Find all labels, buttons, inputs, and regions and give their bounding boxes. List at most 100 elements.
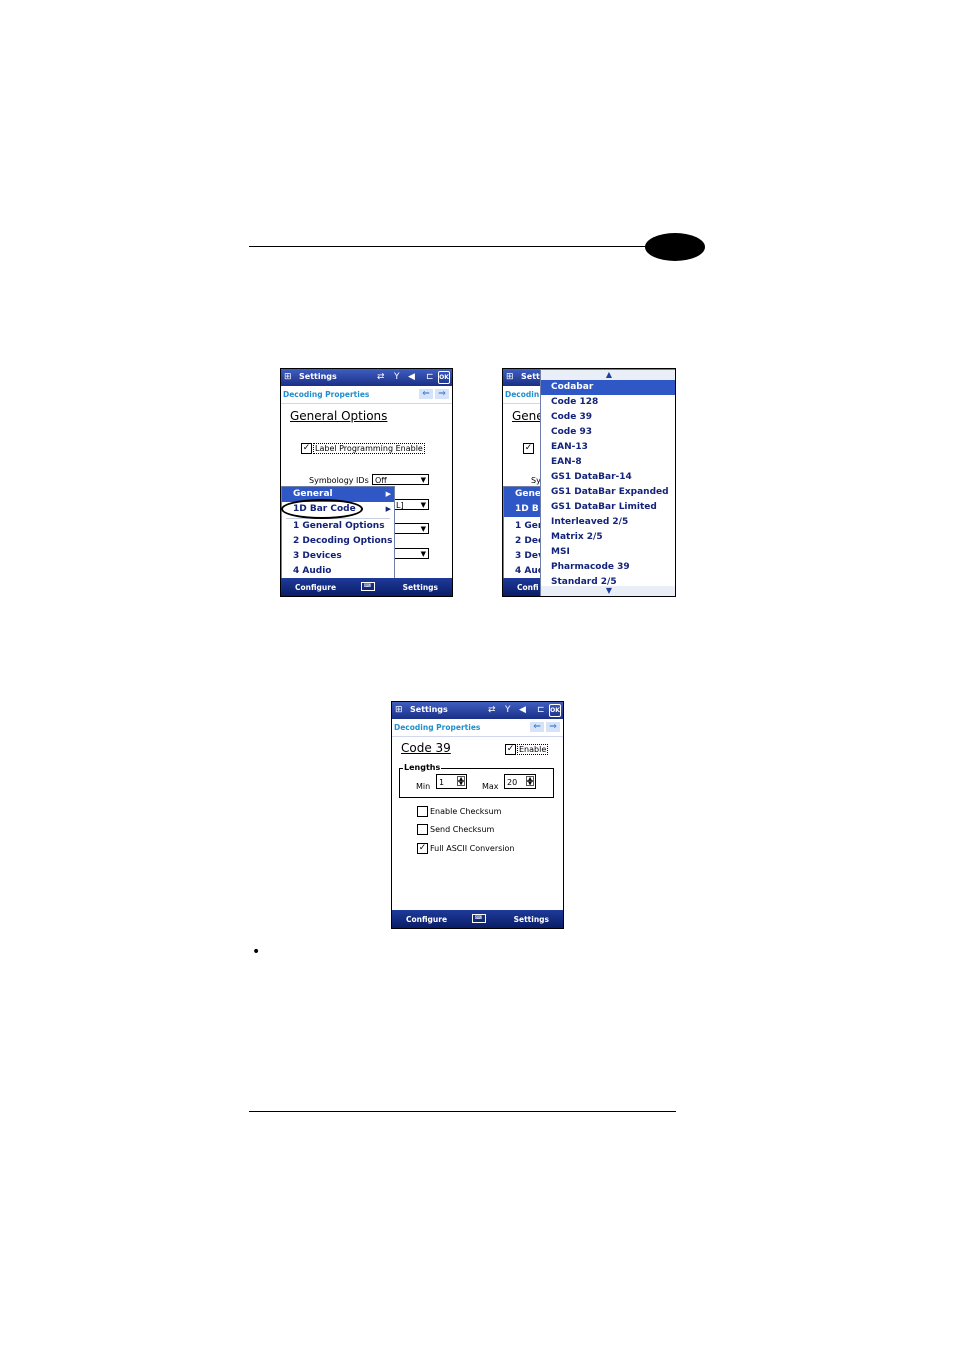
menu-item-1d-bar-code[interactable]: 1D B	[504, 502, 544, 517]
back-arrow-icon[interactable]: ⇐	[419, 389, 433, 399]
lengths-label: Lengths	[403, 763, 442, 772]
ok-button[interactable]: OK	[549, 704, 561, 717]
scroll-up-icon[interactable]: ▲	[541, 370, 675, 380]
full-ascii-checkbox[interactable]: ✓	[417, 843, 428, 854]
submenu-arrow-icon: ▶	[385, 505, 391, 513]
left-screenshot: ⊞ Settings ⇄ Y ◀ ⊏ OK Decoding Propertie…	[280, 368, 453, 597]
list-item[interactable]: Standard 2/5	[541, 575, 675, 586]
ok-button[interactable]: OK	[438, 371, 450, 384]
list-item[interactable]: Interleaved 2/5	[541, 515, 675, 530]
menu-item-general-options[interactable]: 1 Gen	[504, 519, 544, 534]
min-label: Min	[416, 782, 431, 791]
signal-icon[interactable]: Y	[394, 371, 400, 383]
list-item[interactable]: GS1 DataBar Limited	[541, 500, 675, 515]
max-stepper[interactable]: 20 ▲ ▼	[504, 774, 536, 789]
configure-softkey[interactable]: Configure	[295, 583, 336, 592]
window-title: Settings	[299, 372, 337, 381]
menu-item-audio[interactable]: 4 Aud	[504, 564, 544, 579]
list-item[interactable]: GS1 DataBar Expanded	[541, 485, 675, 500]
window-title: Sett	[521, 372, 540, 381]
scroll-down-icon[interactable]: ▼	[541, 586, 675, 596]
combo-4[interactable]: ▼	[393, 548, 429, 559]
menu-item-general-options[interactable]: 1 General Options	[282, 519, 394, 534]
label-programming-checkbox[interactable]: ✓	[523, 443, 534, 454]
battery-icon[interactable]: ⊏	[537, 704, 545, 716]
list-item[interactable]: Code 93	[541, 425, 675, 440]
forward-arrow-icon[interactable]: ⇒	[546, 722, 560, 732]
sub-header: Decoding Properties ⇐ ⇒	[392, 719, 563, 737]
menu-item-decoding-options[interactable]: 2 Decoding Options	[282, 534, 394, 549]
list-item[interactable]: EAN-8	[541, 455, 675, 470]
soft-key-bar: Configure ⌨ Settings	[392, 910, 563, 928]
max-label: Max	[482, 782, 499, 791]
list-item[interactable]: Code 39	[541, 410, 675, 425]
popup-menu: Gene 1D B 1 Gen 2 Dec 3 Dev 4 Aud	[503, 486, 544, 580]
chevron-down-icon: ▼	[420, 525, 426, 533]
menu-item-devices[interactable]: 3 Devices	[282, 549, 394, 564]
send-checksum-checkbox[interactable]	[417, 824, 428, 835]
menu-item-devices[interactable]: 3 Dev	[504, 549, 544, 564]
breadcrumb: Decoding Properties	[394, 723, 481, 732]
page-title: General Options	[290, 409, 388, 423]
stepper-buttons[interactable]: ▲ ▼	[457, 776, 465, 787]
symbology-ids-select[interactable]: Off ▼	[372, 474, 429, 485]
menu-item-general[interactable]: Gene	[504, 487, 544, 502]
keyboard-icon[interactable]: ⌨	[360, 582, 375, 591]
settings-softkey[interactable]: Settings	[514, 915, 549, 924]
list-item[interactable]: MSI	[541, 545, 675, 560]
chapter-tab	[645, 233, 705, 261]
chevron-down-icon[interactable]: ▼	[526, 781, 534, 787]
symbology-ids-label: Symbology IDs	[309, 476, 369, 485]
combo-3[interactable]: ▼	[393, 523, 429, 534]
menu-item-audio[interactable]: 4 Audio	[282, 564, 394, 579]
windows-logo-icon[interactable]: ⊞	[395, 705, 405, 715]
page-title: Gene	[512, 409, 544, 423]
windows-logo-icon[interactable]: ⊞	[506, 372, 516, 382]
page-title: Code 39	[401, 741, 451, 755]
right-screenshot: ⊞ Sett Decodin Gene ✓ Sy Gene 1D B 1 Gen…	[502, 368, 676, 597]
list-item[interactable]: EAN-13	[541, 440, 675, 455]
list-item[interactable]: Matrix 2/5	[541, 530, 675, 545]
full-ascii-label: Full ASCII Conversion	[430, 844, 515, 853]
breadcrumb: Decodin	[505, 390, 540, 399]
chevron-down-icon[interactable]: ▼	[457, 781, 465, 787]
menu-item-label: General	[293, 489, 333, 499]
soft-key-bar: Configure ⌨ Settings	[281, 578, 452, 596]
header-rule	[249, 246, 649, 247]
configure-softkey[interactable]: Configure	[406, 915, 447, 924]
min-value: 1	[439, 778, 445, 787]
bullet: •	[252, 944, 261, 960]
connectivity-icon[interactable]: ⇄	[488, 704, 496, 716]
keyboard-icon[interactable]: ⌨	[471, 914, 486, 923]
volume-icon[interactable]: ◀	[519, 704, 526, 716]
menu-item-decoding-options[interactable]: 2 Dec	[504, 534, 544, 549]
stepper-buttons[interactable]: ▲ ▼	[526, 776, 534, 787]
battery-icon[interactable]: ⊏	[426, 371, 434, 383]
breadcrumb: Decoding Properties	[283, 390, 370, 399]
submenu-arrow-icon: ▶	[385, 490, 391, 498]
settings-softkey[interactable]: Settings	[403, 583, 438, 592]
back-arrow-icon[interactable]: ⇐	[530, 722, 544, 732]
label-programming-checkbox[interactable]: ✓	[301, 443, 312, 454]
list-item[interactable]: Pharmacode 39	[541, 560, 675, 575]
combo-2[interactable]: L] ▼	[393, 499, 429, 510]
sub-header: Decoding Properties ⇐ ⇒	[281, 386, 452, 404]
list-item[interactable]: Codabar	[541, 380, 675, 395]
min-stepper[interactable]: 1 ▲ ▼	[436, 774, 467, 789]
chevron-down-icon: ▼	[420, 501, 426, 509]
volume-icon[interactable]: ◀	[408, 371, 415, 383]
enable-label: Enable	[517, 744, 549, 755]
enable-checksum-checkbox[interactable]	[417, 806, 428, 817]
list-item[interactable]: GS1 DataBar-14	[541, 470, 675, 485]
highlight-oval	[281, 499, 363, 519]
forward-arrow-icon[interactable]: ⇒	[435, 389, 449, 399]
symbology-ids-value: Off	[375, 476, 387, 485]
enable-checksum-label: Enable Checksum	[430, 807, 502, 816]
connectivity-icon[interactable]: ⇄	[377, 371, 385, 383]
configure-softkey[interactable]: Confi	[517, 583, 539, 592]
list-item[interactable]: Code 128	[541, 395, 675, 410]
enable-checkbox[interactable]: ✓	[505, 744, 516, 755]
signal-icon[interactable]: Y	[505, 704, 511, 716]
windows-logo-icon[interactable]: ⊞	[284, 372, 294, 382]
chevron-down-icon: ▼	[420, 550, 426, 558]
